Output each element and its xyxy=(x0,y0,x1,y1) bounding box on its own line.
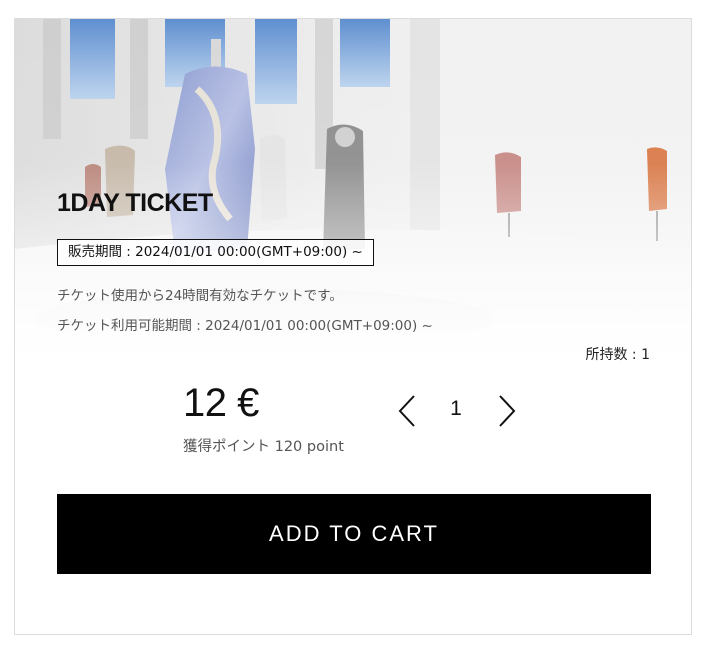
quantity-value: 1 xyxy=(450,397,462,420)
ticket-price: 12 € xyxy=(183,381,259,425)
ticket-title: 1DAY TICKET xyxy=(57,189,213,217)
sale-period-badge: 販売期間 : 2024/01/01 00:00(GMT+09:00) ~ xyxy=(57,239,374,266)
usage-period: チケット利用可能期間 : 2024/01/01 00:00(GMT+09:00)… xyxy=(57,318,433,334)
chevron-right-icon xyxy=(499,395,516,427)
quantity-increment-button[interactable] xyxy=(492,391,522,431)
earned-points: 獲得ポイント 120 point xyxy=(183,439,344,455)
quantity-decrement-button[interactable] xyxy=(392,391,422,431)
chevron-left-icon xyxy=(398,395,415,427)
ticket-description: チケット使用から24時間有効なチケットです。 xyxy=(57,288,343,304)
owned-count: 所持数 : 1 xyxy=(585,347,650,363)
ticket-card: 1DAY TICKET 販売期間 : 2024/01/01 00:00(GMT+… xyxy=(14,18,692,635)
add-to-cart-button[interactable]: ADD TO CART xyxy=(57,494,651,574)
